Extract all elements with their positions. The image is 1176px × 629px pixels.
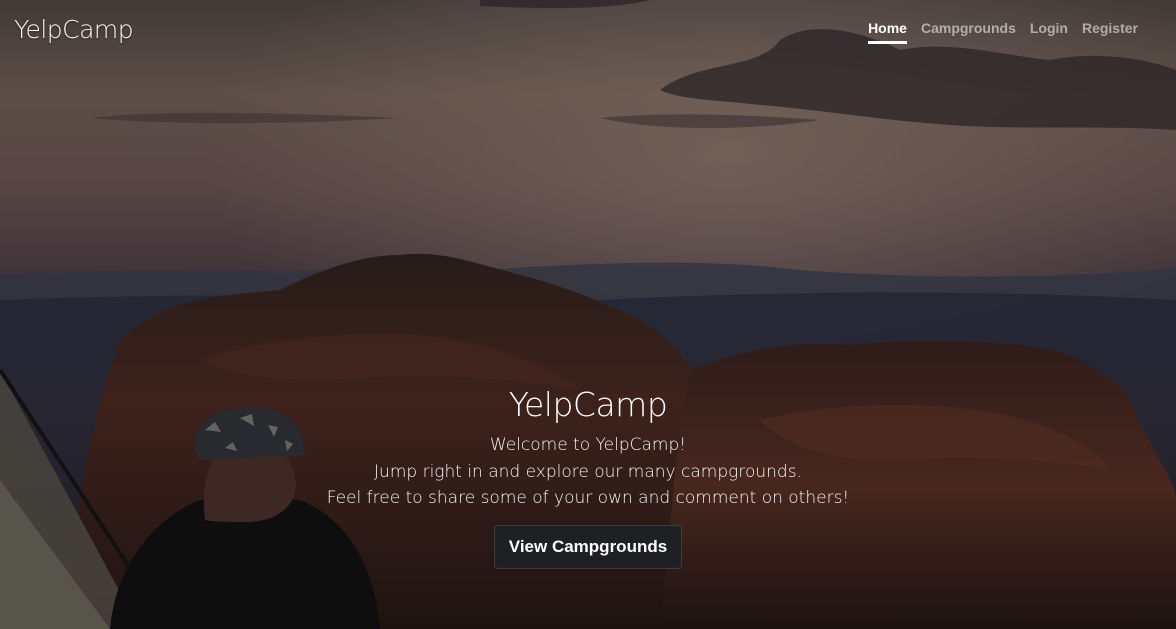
top-navbar: YelpCamp Home Campgrounds Login Register <box>0 0 1176 60</box>
nav-link-home[interactable]: Home <box>868 20 907 44</box>
view-campgrounds-button[interactable]: View Campgrounds <box>493 524 683 569</box>
main-nav: Home Campgrounds Login Register <box>868 20 1138 44</box>
brand-logo-text[interactable]: YelpCamp <box>14 15 134 44</box>
hero-share-text: Feel free to share some of your own and … <box>326 488 850 508</box>
page: YelpCamp Home Campgrounds Login Register… <box>0 0 1176 629</box>
hero-title: YelpCamp <box>508 385 668 424</box>
nav-link-register[interactable]: Register <box>1082 20 1138 44</box>
hero-welcome-text: Welcome to YelpCamp! <box>489 435 687 455</box>
nav-link-campgrounds[interactable]: Campgrounds <box>921 20 1016 44</box>
hero-content: YelpCamp Welcome to YelpCamp! Jump right… <box>0 385 1176 569</box>
nav-link-login[interactable]: Login <box>1030 20 1068 44</box>
hero-explore-text: Jump right in and explore our many campg… <box>374 461 802 482</box>
